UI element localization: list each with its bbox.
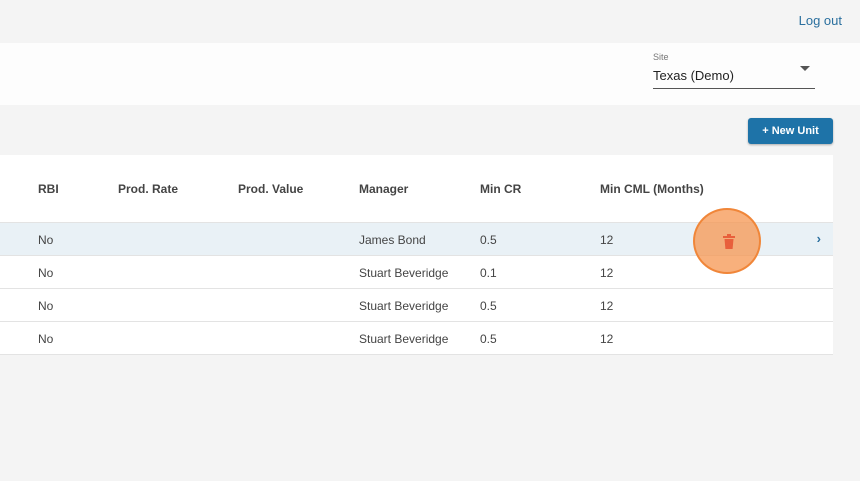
trash-icon[interactable] — [723, 234, 735, 249]
top-bar: Log out — [0, 0, 860, 43]
cell-min-cml: 12 — [600, 332, 614, 346]
cell-min-cr: 0.5 — [480, 332, 497, 346]
cell-min-cr: 0.1 — [480, 266, 497, 280]
column-header-min-cml[interactable]: Min CML (Months) — [600, 182, 704, 196]
table-row[interactable]: No Stuart Beveridge 0.5 12 — [0, 322, 833, 355]
new-unit-button[interactable]: + New Unit — [748, 118, 833, 144]
logout-link[interactable]: Log out — [799, 13, 842, 28]
cell-rbi: No — [38, 233, 54, 247]
table-row[interactable]: No Stuart Beveridge 0.5 12 — [0, 289, 833, 322]
cell-manager: Stuart Beveridge — [359, 299, 449, 313]
cell-rbi: No — [38, 266, 54, 280]
cell-manager: James Bond — [359, 233, 426, 247]
cell-min-cml: 12 — [600, 233, 614, 247]
site-panel: Site Texas (Demo) — [0, 43, 860, 105]
chevron-down-icon[interactable] — [800, 66, 810, 71]
column-header-manager[interactable]: Manager — [359, 182, 408, 196]
cell-min-cr: 0.5 — [480, 233, 497, 247]
cell-manager: Stuart Beveridge — [359, 266, 449, 280]
cell-manager: Stuart Beveridge — [359, 332, 449, 346]
chevron-right-icon[interactable]: › — [817, 231, 821, 246]
cell-min-cml: 12 — [600, 266, 614, 280]
column-header-prod-rate[interactable]: Prod. Rate — [118, 182, 178, 196]
column-header-min-cr[interactable]: Min CR — [480, 182, 521, 196]
column-header-prod-value[interactable]: Prod. Value — [238, 182, 303, 196]
cursor-highlight — [693, 208, 761, 274]
cell-rbi: No — [38, 332, 54, 346]
site-select-label: Site — [653, 52, 669, 62]
cell-min-cr: 0.5 — [480, 299, 497, 313]
cell-rbi: No — [38, 299, 54, 313]
column-header-rbi[interactable]: RBI — [38, 182, 59, 196]
site-select-value[interactable]: Texas (Demo) — [653, 68, 734, 83]
site-select[interactable]: Site Texas (Demo) — [653, 51, 815, 89]
cell-min-cml: 12 — [600, 299, 614, 313]
